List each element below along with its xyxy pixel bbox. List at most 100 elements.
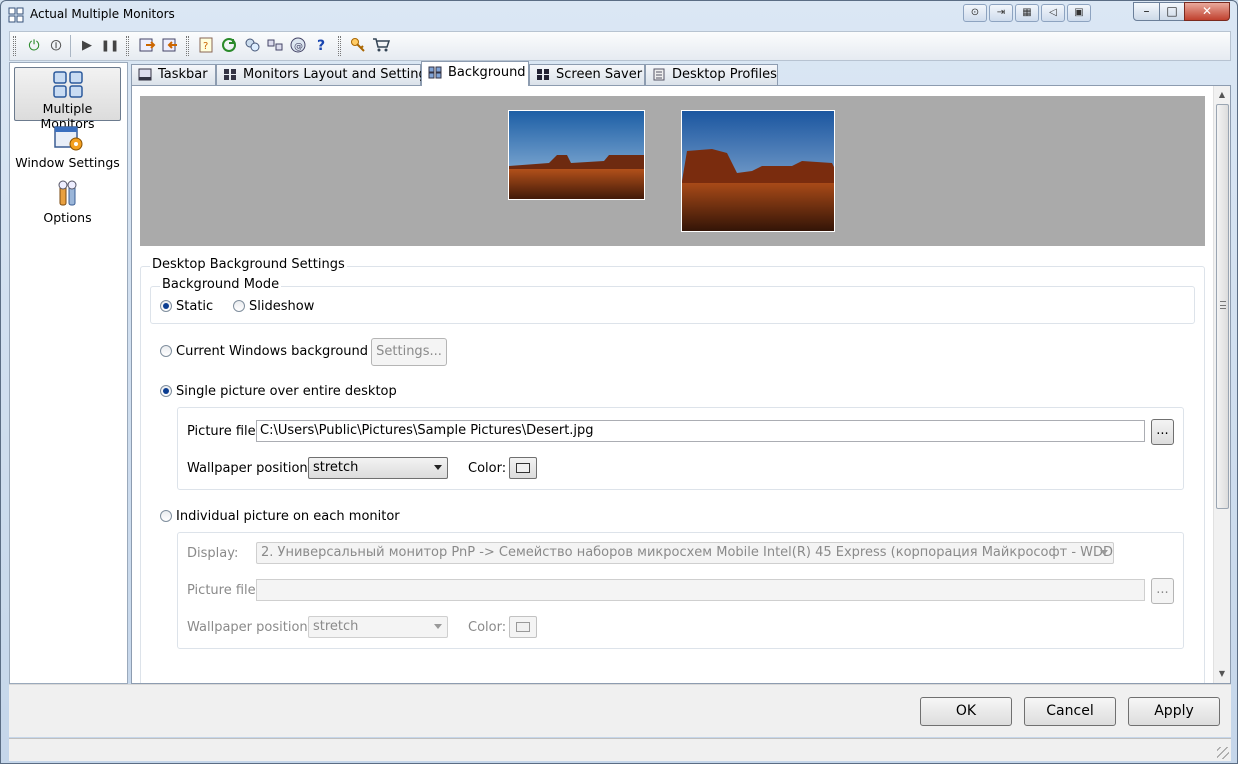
close-button[interactable]: ✕ [1184, 2, 1230, 21]
status-bar [9, 738, 1231, 761]
scroll-thumb[interactable] [1216, 104, 1229, 509]
web-icon[interactable]: @ [288, 36, 308, 56]
vertical-scrollbar[interactable]: ▲ ▼ [1213, 86, 1230, 683]
toolbar-grip-2[interactable] [126, 36, 129, 56]
group-title: Desktop Background Settings [150, 257, 347, 272]
monitor-2-thumbnail[interactable] [681, 110, 835, 232]
svg-text:@: @ [294, 42, 303, 52]
background-tab-panel: Desktop Background Settings Background M… [131, 85, 1231, 684]
current-windows-background-label[interactable]: Current Windows background [176, 344, 368, 359]
window-title: Actual Multiple Monitors [30, 7, 175, 21]
chevron-down-icon [1100, 550, 1108, 555]
key-icon[interactable] [348, 36, 368, 56]
app-window: Actual Multiple Monitors ⊙ ⇥ ▦ ◁ ▣ – □ ✕… [0, 0, 1238, 764]
power-off-icon[interactable]: ⏼ [46, 36, 66, 56]
tab-taskbar[interactable]: Taskbar [131, 64, 216, 85]
update-icon[interactable] [219, 36, 239, 56]
chevron-down-icon [434, 465, 442, 470]
background-mode-title: Background Mode [160, 277, 282, 292]
individual-wallpaper-position-label: Wallpaper position: [187, 620, 313, 635]
tab-monitors-layout[interactable]: Monitors Layout and Settings [216, 64, 434, 85]
individual-wallpaper-position-select[interactable]: stretch [308, 616, 448, 638]
current-windows-background-radio[interactable] [160, 345, 172, 357]
sidebar-item-multiple-monitors[interactable]: Multiple Monitors [14, 67, 121, 131]
minimize-button[interactable]: – [1133, 2, 1160, 21]
sidebar-item-label: Options [43, 210, 92, 225]
options-icon [58, 180, 76, 206]
individual-picture-radio[interactable] [160, 510, 172, 522]
cart-icon[interactable] [371, 36, 391, 56]
wallpaper-position-select[interactable]: stretch [308, 457, 448, 479]
scroll-up-icon[interactable]: ▲ [1214, 87, 1230, 103]
chevron-down-icon [434, 624, 442, 629]
taskbar-icon [138, 68, 152, 81]
export-icon[interactable] [137, 36, 157, 56]
maximize-icon[interactable]: ▣ [1067, 4, 1091, 22]
power-on-icon[interactable]: ⏻ [24, 36, 44, 56]
screensaver-icon [537, 69, 549, 80]
maximize-button[interactable]: □ [1159, 2, 1185, 21]
enter-icon[interactable]: ⇥ [989, 4, 1013, 22]
color-swatch [516, 463, 530, 473]
single-picture-radio[interactable] [160, 385, 172, 397]
individual-picture-file-label: Picture file: [187, 583, 261, 598]
svg-text:?: ? [203, 41, 208, 52]
tab-strip: Taskbar Monitors Layout and Settings Bac… [131, 61, 1231, 86]
toolbar-grip-4[interactable] [338, 36, 341, 56]
monitors-icon [52, 71, 83, 98]
pin-icon[interactable]: ⊙ [963, 4, 987, 22]
toolbar-grip[interactable] [13, 36, 16, 56]
individual-color-label: Color: [468, 620, 507, 635]
tray-icon[interactable]: ◁ [1041, 4, 1065, 22]
support-icon[interactable] [265, 36, 285, 56]
forum-icon[interactable] [242, 36, 262, 56]
settings-button[interactable]: Settings... [371, 338, 447, 366]
play-icon[interactable]: ▶ [77, 36, 97, 56]
slideshow-radio[interactable] [233, 300, 245, 312]
wallpaper-position-label: Wallpaper position: [187, 461, 313, 476]
resize-grip-icon[interactable] [1217, 747, 1229, 759]
monitor-1-thumbnail[interactable] [508, 110, 645, 200]
window-icon[interactable]: ▦ [1015, 4, 1039, 22]
individual-color-picker-button[interactable] [509, 616, 537, 638]
layout-icon [224, 69, 236, 80]
dialog-button-bar: OK Cancel Apply [9, 684, 1231, 737]
ok-button[interactable]: OK [920, 697, 1012, 726]
static-label[interactable]: Static [176, 299, 213, 314]
single-picture-label[interactable]: Single picture over entire desktop [176, 384, 397, 399]
apply-button[interactable]: Apply [1128, 697, 1220, 726]
static-radio[interactable] [160, 300, 172, 312]
tab-screen-saver[interactable]: Screen Saver [529, 64, 645, 85]
toolbar-grip-3[interactable] [186, 36, 189, 56]
tab-background[interactable]: Background [421, 61, 529, 86]
color-swatch [516, 622, 530, 632]
color-label: Color: [468, 461, 507, 476]
color-picker-button[interactable] [509, 457, 537, 479]
individual-picture-label[interactable]: Individual picture on each monitor [176, 509, 400, 524]
profiles-icon [653, 68, 665, 81]
app-icon [8, 7, 24, 23]
question-icon[interactable]: ? [311, 36, 331, 56]
background-icon [428, 66, 442, 79]
pause-icon[interactable]: ❚❚ [100, 36, 120, 56]
individual-picture-file-input[interactable] [256, 579, 1145, 601]
import-icon[interactable] [160, 36, 180, 56]
sidebar: Multiple Monitors Window Settings Option… [9, 62, 128, 684]
display-select[interactable]: 2. Универсальный монитор PnP -> Семейств… [256, 542, 1114, 564]
browse-button[interactable]: ... [1151, 419, 1174, 445]
tab-desktop-profiles[interactable]: Desktop Profiles [645, 64, 778, 85]
title-bar: Actual Multiple Monitors ⊙ ⇥ ▦ ◁ ▣ – □ ✕ [1, 1, 1237, 29]
sidebar-item-window-settings[interactable]: Window Settings [14, 122, 121, 176]
toolbar: ⏻ ⏼ ▶ ❚❚ ? @ ? [9, 31, 1231, 61]
sidebar-item-label: Window Settings [15, 155, 120, 170]
slideshow-label[interactable]: Slideshow [249, 299, 314, 314]
sidebar-item-options[interactable]: Options [14, 177, 121, 231]
cancel-button[interactable]: Cancel [1024, 697, 1116, 726]
individual-browse-button[interactable]: ... [1151, 578, 1174, 604]
window-settings-icon [53, 126, 82, 151]
picture-file-label: Picture file: [187, 424, 261, 439]
scroll-down-icon[interactable]: ▼ [1214, 666, 1230, 682]
display-label: Display: [187, 546, 239, 561]
picture-file-input[interactable]: C:\Users\Public\Pictures\Sample Pictures… [256, 420, 1145, 442]
help-icon[interactable]: ? [196, 36, 216, 56]
